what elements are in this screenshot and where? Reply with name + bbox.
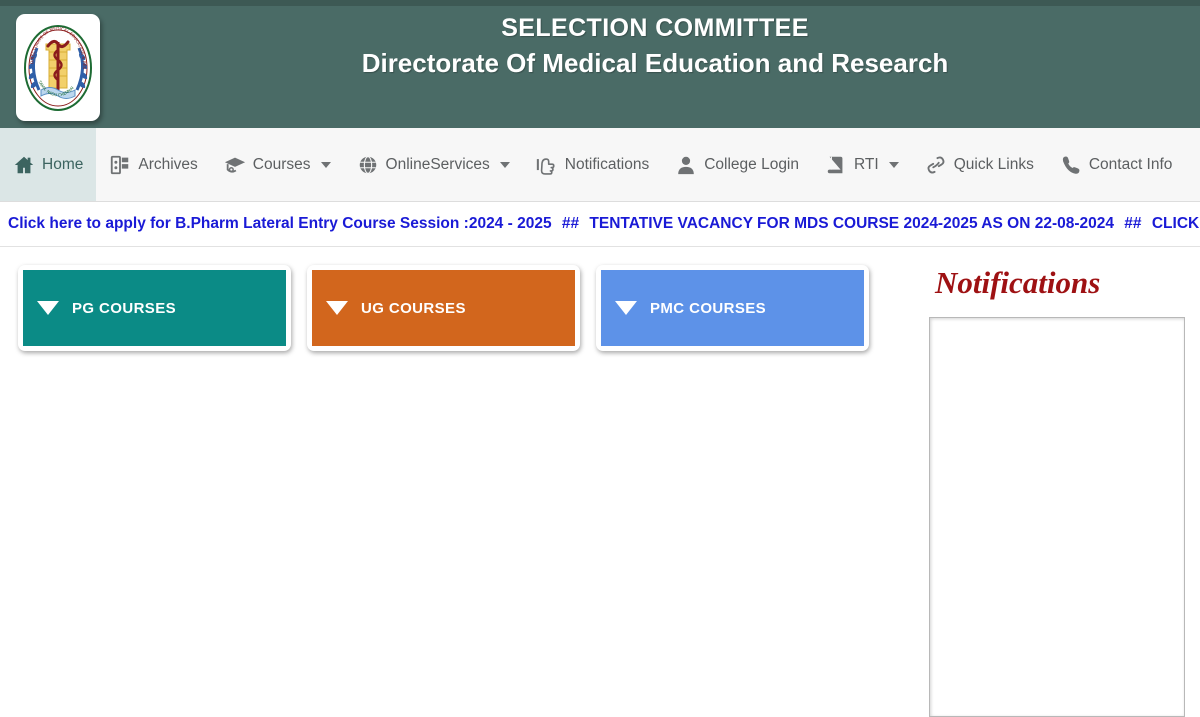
nav-item-label: OnlineServices <box>385 155 490 173</box>
nav-item-label: Notifications <box>564 155 650 173</box>
course-card-label: UG COURSES <box>361 299 466 317</box>
chain-link-icon <box>925 154 947 176</box>
home-icon <box>13 154 35 176</box>
main-content: PG COURSES UG COURSES PMC COURSES Notifica… <box>0 247 1200 717</box>
notifications-heading: Notifications <box>935 265 1101 300</box>
header-titles: SELECTION COMMITTEE Directorate Of Medic… <box>110 12 1200 82</box>
nav-item-onlineservices[interactable]: OnlineServices <box>344 128 523 201</box>
nav-item-label: Courses <box>252 155 311 173</box>
notifications-panel: Notifications <box>905 265 1200 717</box>
triangle-down-icon[interactable] <box>37 301 59 315</box>
chevron-down-icon[interactable] <box>499 161 510 168</box>
nav-item-courses[interactable]: Courses <box>211 128 344 201</box>
nav-item-contact-info[interactable]: Contact Info <box>1047 128 1186 201</box>
course-card-body[interactable]: UG COURSES <box>312 270 575 346</box>
site-header: DIRECTORATE OF MEDICAL EDUCATION & RESEA… <box>0 6 1200 128</box>
chevron-down-icon[interactable] <box>888 161 899 168</box>
site-logo[interactable]: DIRECTORATE OF MEDICAL EDUCATION & RESEA… <box>16 14 100 121</box>
course-card[interactable]: PMC COURSES <box>596 265 869 351</box>
course-card-body[interactable]: PMC COURSES <box>601 270 864 346</box>
nav-item-label: RTI <box>854 155 879 173</box>
course-card-body[interactable]: PG COURSES <box>23 270 286 346</box>
ticker-message[interactable]: Click here to apply for B.Pharm Lateral … <box>8 215 552 232</box>
nav-item-label: Contact Info <box>1088 155 1173 173</box>
nav-item-label: Home <box>42 155 84 173</box>
triangle-down-icon[interactable] <box>326 301 348 315</box>
nav-item-college-login[interactable]: College Login <box>662 128 812 201</box>
archive-icon <box>109 154 131 176</box>
nav-item-rti[interactable]: RTI <box>812 128 912 201</box>
triangle-down-icon[interactable] <box>615 301 637 315</box>
globe-icon <box>357 154 379 176</box>
ticker-separator: ## <box>1120 215 1146 232</box>
course-card-label: PMC COURSES <box>650 299 767 317</box>
nav-item-label: Archives <box>138 155 198 173</box>
user-icon <box>675 154 697 176</box>
nav-item-archives[interactable]: Archives <box>96 128 210 201</box>
nav-item-home[interactable]: Home <box>0 128 97 201</box>
ticker-message[interactable]: TENTATIVE VACANCY FOR MDS COURSE 2024-20… <box>589 215 1114 232</box>
notifications-list-box[interactable] <box>929 317 1185 717</box>
main-navigation: Home Archives Courses OnlineServices Notific… <box>0 128 1200 202</box>
course-card[interactable]: UG COURSES <box>307 265 580 351</box>
ticker-separator: ## <box>557 215 584 232</box>
nav-item-label: College Login <box>704 155 799 173</box>
course-card-label: PG COURSES <box>72 299 177 317</box>
page-title: SELECTION COMMITTEE <box>501 14 809 42</box>
ticker-text[interactable]: Click here to apply for B.Pharm Lateral … <box>0 215 1200 233</box>
ticker-message[interactable]: CLICK HERE FOR ONLINE C <box>1152 215 1200 232</box>
chevron-down-icon[interactable] <box>320 161 331 168</box>
pointing-hand-icon <box>536 154 558 176</box>
course-card[interactable]: PG COURSES <box>18 265 291 351</box>
nav-item-label: Quick Links <box>953 155 1034 173</box>
page-subtitle: Directorate Of Medical Education and Res… <box>361 48 949 78</box>
news-ticker: Click here to apply for B.Pharm Lateral … <box>0 202 1200 247</box>
phone-icon <box>1060 154 1082 176</box>
nav-item-quick-links[interactable]: Quick Links <box>912 128 1047 201</box>
course-card-row: PG COURSES UG COURSES PMC COURSES <box>0 265 905 717</box>
dmer-emblem-icon: DIRECTORATE OF MEDICAL EDUCATION & RESEA… <box>21 20 95 116</box>
graduation-cap-icon <box>224 154 246 176</box>
book-icon <box>825 154 847 176</box>
nav-item-notifications[interactable]: Notifications <box>523 128 662 201</box>
